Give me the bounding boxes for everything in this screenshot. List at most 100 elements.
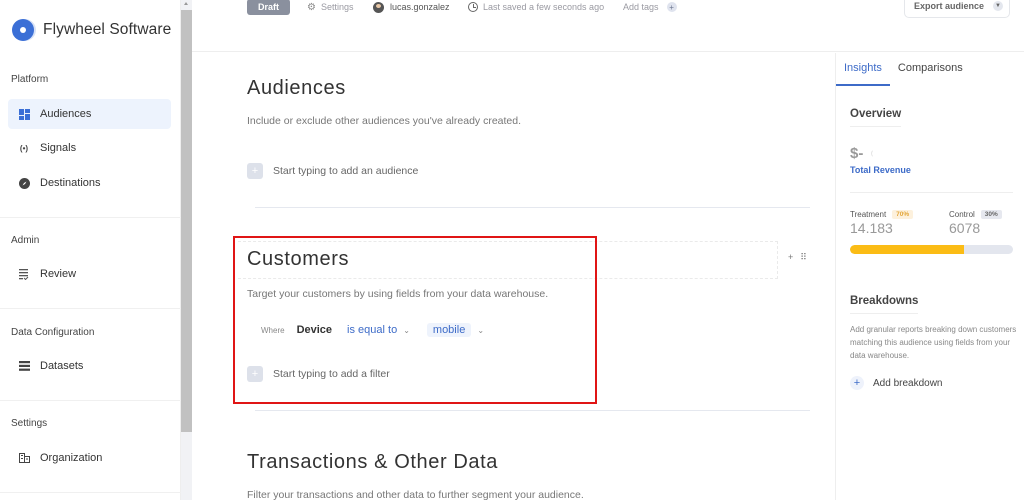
add-tags-button[interactable]: Add tags +	[623, 0, 677, 14]
sidebar-item-label: Datasets	[40, 360, 84, 372]
plus-icon: +	[666, 2, 677, 12]
divider	[0, 308, 181, 309]
last-saved-text: Last saved a few seconds ago	[483, 2, 605, 12]
breakdowns-description: Add granular reports breaking down custo…	[850, 325, 1017, 360]
add-breakdown-label: Add breakdown	[873, 377, 943, 389]
user-name: lucas.gonzalez	[390, 2, 450, 12]
row-tools: + ⠿	[788, 252, 807, 263]
checklist-icon	[18, 268, 30, 280]
topbar: Draft ⚙ Settings lucas.gonzalez Last sav…	[192, 0, 1024, 52]
insights-panel: Insights Comparisons Overview $- Total R…	[835, 53, 1024, 500]
audiences-description: Include or exclude other audiences you'v…	[247, 115, 522, 127]
broadcast-icon: (•)	[19, 143, 29, 153]
add-tags-label: Add tags	[623, 2, 659, 12]
treatment-count: 14.183	[850, 220, 893, 236]
sidebar-item-audiences[interactable]: Audiences	[8, 99, 171, 129]
main-content: Audiences Include or exclude other audie…	[192, 53, 834, 500]
tab-insights[interactable]: Insights	[836, 53, 890, 86]
divider	[0, 400, 181, 401]
add-breakdown-button[interactable]: + Add breakdown	[850, 376, 943, 390]
control-text: Control	[949, 210, 975, 219]
breakdowns-heading: Breakdowns	[850, 295, 919, 314]
split-progress-bar	[850, 245, 1013, 254]
scroll-up-arrow-icon[interactable]	[184, 2, 188, 5]
dashboard-icon	[18, 108, 30, 120]
transactions-description: Filter your transactions and other data …	[247, 489, 584, 500]
last-saved: Last saved a few seconds ago	[468, 0, 604, 14]
revenue-value: $-	[850, 145, 880, 162]
panel-tabs: Insights Comparisons	[836, 53, 1024, 86]
audiences-title: Audiences	[247, 77, 346, 99]
chevron-down-icon: ▼	[993, 1, 1004, 11]
sidebar-item-destinations[interactable]: Destinations	[8, 168, 171, 198]
sidebar-item-label: Signals	[40, 142, 77, 154]
control-label: Control 30%	[949, 210, 1002, 219]
brand[interactable]: Flywheel Software	[12, 19, 171, 41]
revenue-amount: $-	[850, 145, 864, 162]
operator-dropdown[interactable]: is equal to ⌄	[347, 324, 410, 336]
plus-icon: +	[247, 163, 263, 179]
sidebar-item-review[interactable]: Review	[8, 259, 171, 289]
treatment-bar-fill	[850, 245, 965, 254]
operator-value: is equal to	[347, 324, 398, 336]
section-label-settings: Settings	[11, 418, 48, 429]
customers-title: Customers	[247, 248, 350, 270]
chevron-down-icon: ⌄	[477, 325, 485, 335]
sidebar-item-label: Review	[40, 268, 77, 280]
compass-icon	[18, 177, 30, 189]
control-count: 6078	[949, 220, 981, 236]
sidebar-item-datasets[interactable]: Datasets	[8, 351, 171, 381]
drag-handle-icon[interactable]: ⠿	[800, 252, 807, 263]
treatment-text: Treatment	[850, 210, 887, 219]
export-audience-button[interactable]: Export audience ▼	[904, 0, 1010, 18]
divider	[0, 217, 181, 218]
user-info[interactable]: lucas.gonzalez	[373, 0, 450, 14]
settings-link[interactable]: ⚙ Settings	[307, 0, 354, 14]
overview-heading: Overview	[850, 108, 902, 127]
settings-label: Settings	[320, 2, 354, 12]
status-badge: Draft	[247, 0, 291, 15]
section-label-platform: Platform	[11, 74, 49, 85]
chevron-down-icon: ⌄	[403, 325, 410, 335]
treatment-pct-badge: 70%	[892, 210, 914, 219]
section-label-data-configuration: Data Configuration	[11, 327, 95, 338]
plus-icon: +	[247, 366, 263, 382]
avatar	[373, 1, 384, 13]
database-list-icon	[18, 360, 30, 372]
section-divider	[255, 410, 810, 411]
value-dropdown[interactable]: mobile ⌄	[410, 323, 484, 337]
plus-icon: +	[850, 376, 864, 390]
clock-icon	[468, 2, 478, 12]
divider	[850, 192, 1013, 193]
filter-value: mobile	[426, 323, 472, 337]
transactions-title: Transactions & Other Data	[247, 451, 499, 473]
add-filter-input[interactable]: + Start typing to add a filter	[247, 366, 390, 382]
total-revenue-label: Total Revenue	[850, 165, 911, 175]
flywheel-logo-icon	[12, 19, 34, 41]
customers-description: Target your customers by using fields fr…	[247, 288, 549, 300]
tab-comparisons[interactable]: Comparisons	[890, 53, 971, 86]
export-label: Export audience	[914, 1, 985, 11]
sidebar-scrollbar[interactable]	[181, 0, 192, 500]
gear-icon: ⚙	[307, 1, 316, 13]
brand-name: Flywheel Software	[43, 21, 172, 38]
add-filter-placeholder: Start typing to add a filter	[273, 368, 390, 380]
filter-condition: Where Device is equal to ⌄ mobile ⌄	[261, 323, 484, 337]
scrollbar-thumb[interactable]	[181, 10, 192, 432]
add-audience-input[interactable]: + Start typing to add an audience	[247, 163, 418, 179]
divider	[0, 492, 181, 493]
sidebar-item-label: Audiences	[40, 108, 92, 120]
loading-spinner-icon	[871, 149, 880, 158]
sidebar-item-signals[interactable]: (•) Signals	[8, 133, 171, 163]
add-audience-placeholder: Start typing to add an audience	[273, 165, 419, 177]
sidebar-item-organization[interactable]: Organization	[8, 443, 171, 473]
sidebar: Flywheel Software Platform Audiences (•)…	[0, 0, 181, 500]
sidebar-item-label: Organization	[40, 452, 103, 464]
sidebar-item-label: Destinations	[40, 177, 101, 189]
section-label-admin: Admin	[11, 235, 40, 246]
section-divider	[255, 207, 810, 208]
filter-field[interactable]: Device	[297, 324, 332, 336]
add-row-icon[interactable]: +	[788, 252, 793, 263]
treatment-label: Treatment 70%	[850, 210, 914, 219]
control-pct-badge: 30%	[980, 210, 1002, 219]
